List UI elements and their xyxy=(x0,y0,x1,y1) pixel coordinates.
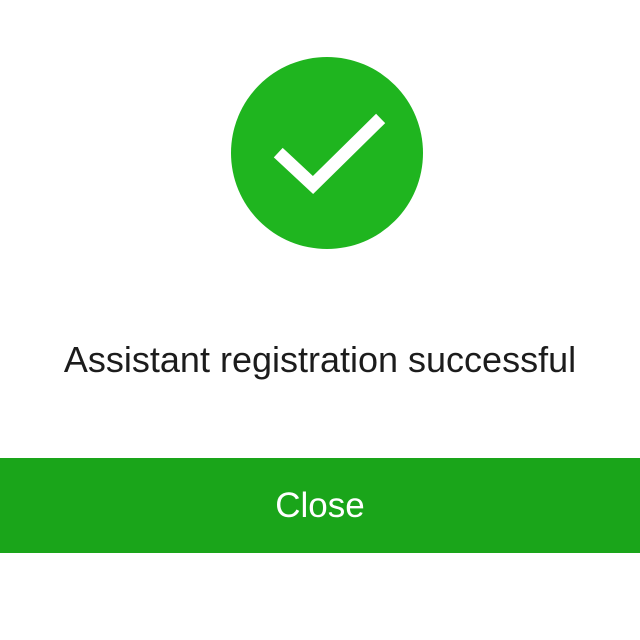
close-button[interactable]: Close xyxy=(0,458,640,553)
checkmark-icon xyxy=(273,113,386,195)
success-circle xyxy=(231,57,423,249)
success-message: Assistant registration successful xyxy=(63,339,577,380)
success-dialog: Assistant registration successful Close xyxy=(0,0,640,640)
